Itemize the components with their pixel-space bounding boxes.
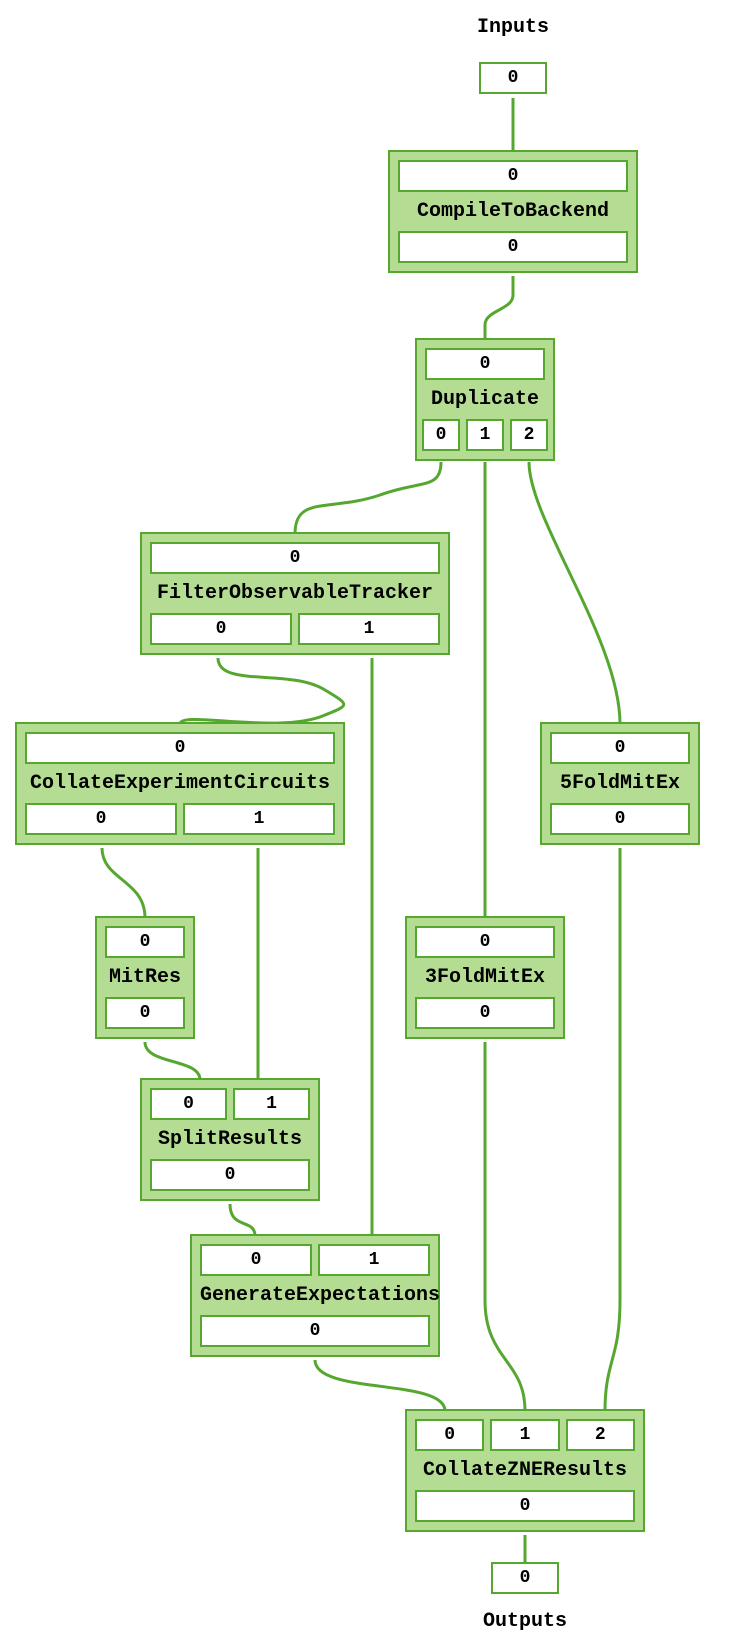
filter-out-1: 1 — [298, 613, 440, 645]
node-5fold: 0 5FoldMitEx 0 — [540, 722, 700, 845]
node-genexp: 0 1 GenerateExpectations 0 — [190, 1234, 440, 1357]
split-out-0: 0 — [150, 1159, 310, 1191]
collatezne-in-0: 0 — [415, 1419, 484, 1451]
fold3-out-0: 0 — [415, 997, 555, 1029]
node-mitres: 0 MitRes 0 — [95, 916, 195, 1039]
node-filter: 0 FilterObservableTracker 0 1 — [140, 532, 450, 655]
collatezne-in-2: 2 — [566, 1419, 635, 1451]
fold3-in-0: 0 — [415, 926, 555, 958]
filter-out-0: 0 — [150, 613, 292, 645]
diagram-canvas: Inputs Outputs 0 0 CompileToBackend 0 0 … — [0, 0, 747, 1650]
collateexp-out-0: 0 — [25, 803, 177, 835]
collateexp-in-0: 0 — [25, 732, 335, 764]
inputs-title: Inputs — [460, 16, 566, 39]
node-collate-zne: 0 1 2 CollateZNEResults 0 — [405, 1409, 645, 1532]
output-port: 0 — [491, 1562, 559, 1594]
collatezne-in-1: 1 — [490, 1419, 559, 1451]
duplicate-label: Duplicate — [425, 388, 545, 411]
collateexp-out-1: 1 — [183, 803, 335, 835]
duplicate-in-0: 0 — [425, 348, 545, 380]
split-in-1: 1 — [233, 1088, 310, 1120]
fold5-in-0: 0 — [550, 732, 690, 764]
collatezne-out-0: 0 — [415, 1490, 635, 1522]
fold5-out-0: 0 — [550, 803, 690, 835]
filter-label: FilterObservableTracker — [150, 582, 440, 605]
fold3-label: 3FoldMitEx — [415, 966, 555, 989]
outputs-title: Outputs — [470, 1610, 580, 1633]
node-collate-exp: 0 CollateExperimentCircuits 0 1 — [15, 722, 345, 845]
split-label: SplitResults — [150, 1128, 310, 1151]
compile-label: CompileToBackend — [398, 200, 628, 223]
mitres-out-0: 0 — [105, 997, 185, 1029]
collatezne-label: CollateZNEResults — [415, 1459, 635, 1482]
node-duplicate: 0 Duplicate 0 1 2 — [415, 338, 555, 461]
filter-in-0: 0 — [150, 542, 440, 574]
input-port: 0 — [479, 62, 547, 94]
genexp-in-0: 0 — [200, 1244, 312, 1276]
duplicate-out-2: 2 — [510, 419, 548, 451]
genexp-out-0: 0 — [200, 1315, 430, 1347]
genexp-label: GenerateExpectations — [200, 1284, 430, 1307]
collateexp-label: CollateExperimentCircuits — [25, 772, 335, 795]
duplicate-out-1: 1 — [466, 419, 504, 451]
node-split: 0 1 SplitResults 0 — [140, 1078, 320, 1201]
split-in-0: 0 — [150, 1088, 227, 1120]
mitres-label: MitRes — [105, 966, 185, 989]
compile-in-0: 0 — [398, 160, 628, 192]
genexp-in-1: 1 — [318, 1244, 430, 1276]
mitres-in-0: 0 — [105, 926, 185, 958]
fold5-label: 5FoldMitEx — [550, 772, 690, 795]
node-3fold: 0 3FoldMitEx 0 — [405, 916, 565, 1039]
compile-out-0: 0 — [398, 231, 628, 263]
node-compile: 0 CompileToBackend 0 — [388, 150, 638, 273]
duplicate-out-0: 0 — [422, 419, 460, 451]
